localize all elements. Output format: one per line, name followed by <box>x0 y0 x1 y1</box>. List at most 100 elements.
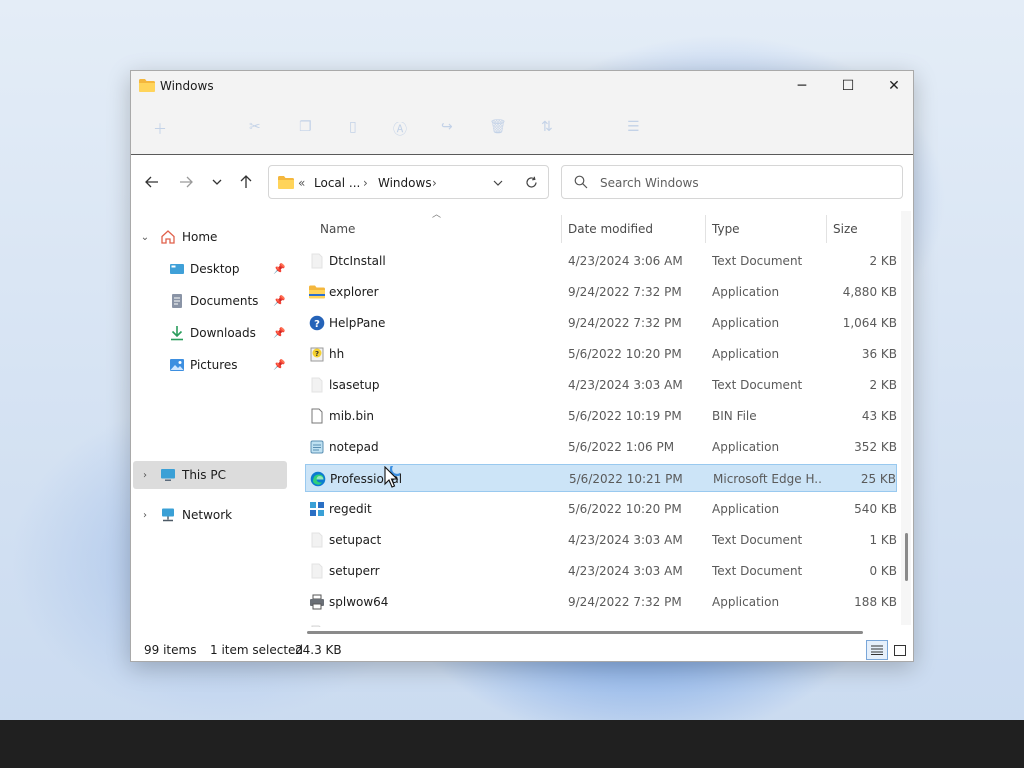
arrow-up-icon <box>240 175 252 188</box>
close-button[interactable]: ✕ <box>871 71 917 101</box>
svg-text:?: ? <box>314 319 320 330</box>
file-type: Microsoft Edge H... <box>713 472 821 486</box>
delete-icon[interactable]: 🗑 <box>489 119 507 135</box>
table-row[interactable]: ? hh 5/6/2022 10:20 PM Application 36 KB <box>305 340 897 368</box>
file-name: notepad <box>329 440 379 454</box>
table-row[interactable]: DtcInstall 4/23/2024 3:06 AM Text Document… <box>305 247 897 275</box>
table-row[interactable]: explorer 9/24/2022 7:32 PM Application 4,88… <box>305 278 897 306</box>
cut-icon[interactable]: ✂ <box>249 119 261 135</box>
table-row[interactable]: mib.bin 5/6/2022 10:19 PM BIN File 43 KB <box>305 402 897 430</box>
column-divider[interactable] <box>561 215 562 243</box>
horizontal-scrollbar[interactable] <box>307 631 863 634</box>
file-name: DtcInstall <box>329 254 386 268</box>
table-row[interactable]: setuperr 4/23/2024 3:03 AM Text Document 0 … <box>305 557 897 585</box>
column-divider[interactable] <box>705 215 706 243</box>
sidebar-item-pictures[interactable]: Pictures 📌 <box>133 351 287 379</box>
address-bar[interactable]: « Local ... › Windows › <box>268 165 549 199</box>
table-row[interactable]: notepad 5/6/2022 1:06 PM Application 352 KB <box>305 433 897 461</box>
help-file-icon: ? <box>310 347 324 362</box>
mouse-cursor-icon <box>384 466 400 488</box>
chevron-right-icon[interactable]: › <box>139 509 151 521</box>
breadcrumb-overflow[interactable]: « <box>298 176 305 190</box>
copy-icon[interactable]: ❐ <box>299 119 312 135</box>
table-row[interactable]: system 5/6/2022 10:22 PM Configuration set… <box>305 619 897 627</box>
explorer-icon <box>309 285 325 299</box>
file-type: Application <box>712 316 780 330</box>
search-input[interactable] <box>600 173 890 193</box>
navigation-pane: ⌄ Home Desktop 📌 Documents 📌 Downloads 📌… <box>131 207 291 627</box>
search-box[interactable] <box>561 165 903 199</box>
sidebar-item-label: This PC <box>182 468 226 482</box>
folder-icon <box>139 79 155 92</box>
file-name: system <box>329 626 372 627</box>
file-date: 5/6/2022 10:19 PM <box>568 409 682 423</box>
file-size: 2 KB <box>869 378 897 392</box>
edge-icon <box>310 471 326 487</box>
file-size: 1 KB <box>869 533 897 547</box>
up-button[interactable] <box>234 171 258 193</box>
column-header-name[interactable]: Name <box>320 215 355 243</box>
sidebar-item-desktop[interactable]: Desktop 📌 <box>133 255 287 283</box>
file-name: HelpPane <box>329 316 386 330</box>
breadcrumb-separator: › <box>432 176 437 190</box>
table-row[interactable]: splwow64 9/24/2022 7:32 PM Application 188 … <box>305 588 897 616</box>
rename-icon[interactable]: Ⓐ <box>393 119 407 139</box>
file-name: hh <box>329 347 345 361</box>
window-title: Windows <box>160 79 214 93</box>
this-pc-icon <box>161 469 175 481</box>
navigation-bar: « Local ... › Windows › <box>131 155 913 207</box>
file-date: 4/23/2024 3:03 AM <box>568 564 683 578</box>
sidebar-item-network[interactable]: › Network <box>133 501 287 529</box>
text-file-icon <box>311 563 323 579</box>
table-row[interactable]: regedit 5/6/2022 10:20 PM Application 540 K… <box>305 495 897 523</box>
file-date: 5/6/2022 10:20 PM <box>568 347 682 361</box>
vertical-scrollbar-thumb[interactable] <box>905 533 908 581</box>
notepad-icon <box>310 440 324 454</box>
file-size: 43 KB <box>861 409 897 423</box>
sort-ascending-icon: ︿ <box>432 210 442 220</box>
breadcrumb-windows[interactable]: Windows <box>378 176 432 190</box>
details-view-button[interactable] <box>866 640 888 660</box>
sidebar-item-downloads[interactable]: Downloads 📌 <box>133 319 287 347</box>
chevron-down-icon[interactable] <box>493 180 503 186</box>
chevron-right-icon[interactable]: › <box>139 469 151 481</box>
maximize-button[interactable]: ☐ <box>825 71 871 101</box>
sidebar-item-this-pc[interactable]: › This PC <box>133 461 287 489</box>
paste-icon[interactable]: ▯ <box>349 119 357 135</box>
recent-locations-button[interactable] <box>205 171 229 193</box>
text-file-icon <box>311 377 323 393</box>
table-row[interactable]: setupact 4/23/2024 3:03 AM Text Document 1 … <box>305 526 897 554</box>
printer-icon <box>310 594 324 610</box>
pin-icon: 📌 <box>273 295 286 307</box>
text-file-icon <box>311 532 323 548</box>
file-type: Application <box>712 440 780 454</box>
view-icon[interactable]: ☰ <box>627 119 640 135</box>
forward-button[interactable] <box>174 171 198 193</box>
column-header-size[interactable]: Size <box>833 215 858 243</box>
file-date: 9/24/2022 7:32 PM <box>568 595 682 609</box>
table-row[interactable]: ? HelpPane 9/24/2022 7:32 PM Application 1,0… <box>305 309 897 337</box>
refresh-icon[interactable] <box>525 176 538 189</box>
back-button[interactable] <box>140 171 164 193</box>
minimize-button[interactable]: ─ <box>779 71 825 101</box>
breadcrumb-local-disk[interactable]: Local ... <box>314 176 360 190</box>
sort-icon[interactable]: ⇅ <box>541 119 553 135</box>
file-size: 1,064 KB <box>842 316 897 330</box>
table-row[interactable]: lsasetup 4/23/2024 3:03 AM Text Document 2 … <box>305 371 897 399</box>
title-bar[interactable]: Windows ─ ☐ ✕ <box>131 71 913 103</box>
chevron-down-icon[interactable]: ⌄ <box>139 231 151 243</box>
file-type: Application <box>712 595 780 609</box>
column-header-date-modified[interactable]: Date modified <box>568 215 653 243</box>
desktop-icon <box>170 264 184 274</box>
tiles-view-button[interactable] <box>889 640 911 660</box>
file-type: Application <box>712 285 780 299</box>
column-divider[interactable] <box>826 215 827 243</box>
sidebar-item-home[interactable]: ⌄ Home <box>133 223 287 251</box>
sidebar-item-label: Desktop <box>190 262 240 276</box>
sidebar-item-documents[interactable]: Documents 📌 <box>133 287 287 315</box>
column-header-type[interactable]: Type <box>712 215 740 243</box>
file-date: 5/6/2022 10:22 PM <box>568 626 682 627</box>
new-icon[interactable]: ＋ <box>153 119 167 139</box>
command-bar: ＋ ✂ ❐ ▯ Ⓐ ↪ 🗑 ⇅ ☰ <box>131 103 913 155</box>
share-icon[interactable]: ↪ <box>441 119 453 135</box>
